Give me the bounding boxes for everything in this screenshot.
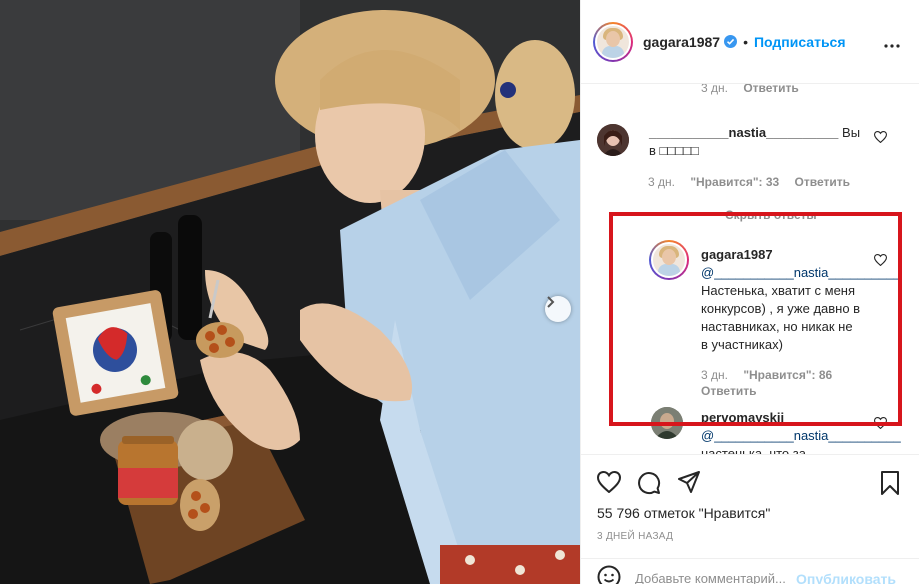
reply-body: настенька, что за: [701, 446, 806, 454]
reply-meta: 3 дн. "Нравится": 86 Ответить: [701, 367, 851, 399]
reply-body: Настенька, хватит с меня конкурсов) , я …: [701, 283, 861, 352]
post-side-panel: gagara1987 • Подписаться 3 дн. Ответить: [580, 0, 919, 584]
comment-input[interactable]: [635, 571, 815, 584]
more-options-icon[interactable]: [884, 36, 900, 51]
chevron-right-icon: [547, 296, 555, 308]
separator-dot: •: [743, 33, 748, 50]
reply-username[interactable]: pervomayskii: [701, 410, 784, 425]
add-comment-bar: Опубликовать: [581, 558, 919, 584]
avatar-image: [595, 23, 631, 60]
post-header: gagara1987 • Подписаться: [581, 0, 919, 84]
author-username[interactable]: gagara1987: [643, 34, 720, 50]
like-reply-heart-icon[interactable]: [873, 417, 888, 432]
publish-button[interactable]: Опубликовать: [796, 571, 896, 584]
hide-replies-button[interactable]: Скрыть ответы: [687, 208, 817, 222]
reply-text: gagara1987 @___________nastia__________ …: [701, 246, 901, 354]
bookmark-icon[interactable]: [880, 471, 900, 498]
reply-text: pervomayskii @___________nastia_________…: [701, 409, 901, 454]
reply-username[interactable]: gagara1987: [701, 247, 773, 262]
reply-author-avatar[interactable]: [651, 407, 683, 439]
reply-button[interactable]: Ответить: [795, 175, 850, 189]
reply-button[interactable]: Ответить: [743, 84, 798, 95]
emoji-icon[interactable]: [597, 565, 621, 584]
comment-text: ___________nastia__________ Вы в □□□□□: [649, 124, 869, 160]
comment-icon[interactable]: [637, 471, 661, 498]
commenter-avatar[interactable]: [597, 124, 629, 156]
post-date[interactable]: 3 дней назад: [597, 531, 673, 542]
photo-illustration: [0, 0, 580, 584]
reply-likes[interactable]: "Нравится": 86: [743, 368, 832, 382]
share-icon[interactable]: [677, 471, 701, 496]
comment-likes[interactable]: "Нравится": 33: [690, 175, 779, 189]
reply-mention[interactable]: @___________nastia__________: [701, 265, 901, 280]
comment-time: 3 дн.: [701, 84, 728, 95]
verified-badge-icon: [724, 35, 738, 48]
post-actions-bar: [581, 454, 919, 504]
reply-author-avatar[interactable]: [649, 240, 689, 280]
commenter-username[interactable]: ___________nastia__________: [649, 125, 838, 140]
post-photo[interactable]: [0, 0, 580, 584]
likes-count[interactable]: 55 796 отметок "Нравится": [597, 505, 770, 521]
like-reply-heart-icon[interactable]: [873, 254, 888, 269]
reply-mention[interactable]: @___________nastia__________: [701, 428, 901, 443]
comments-list[interactable]: 3 дн. Ответить ___________nastia________…: [581, 84, 919, 454]
next-photo-button[interactable]: [545, 296, 571, 322]
comment-meta: 3 дн. Ответить: [701, 84, 811, 95]
comment-meta: 3 дн. "Нравится": 33 Ответить: [648, 175, 862, 189]
heart-icon[interactable]: [596, 470, 622, 496]
author-avatar[interactable]: [593, 21, 633, 62]
follow-button[interactable]: Подписаться: [754, 34, 846, 50]
reply-button[interactable]: Ответить: [701, 384, 756, 398]
comment-time: 3 дн.: [648, 175, 675, 189]
like-comment-heart-icon[interactable]: [873, 131, 888, 146]
reply-time: 3 дн.: [701, 368, 728, 382]
